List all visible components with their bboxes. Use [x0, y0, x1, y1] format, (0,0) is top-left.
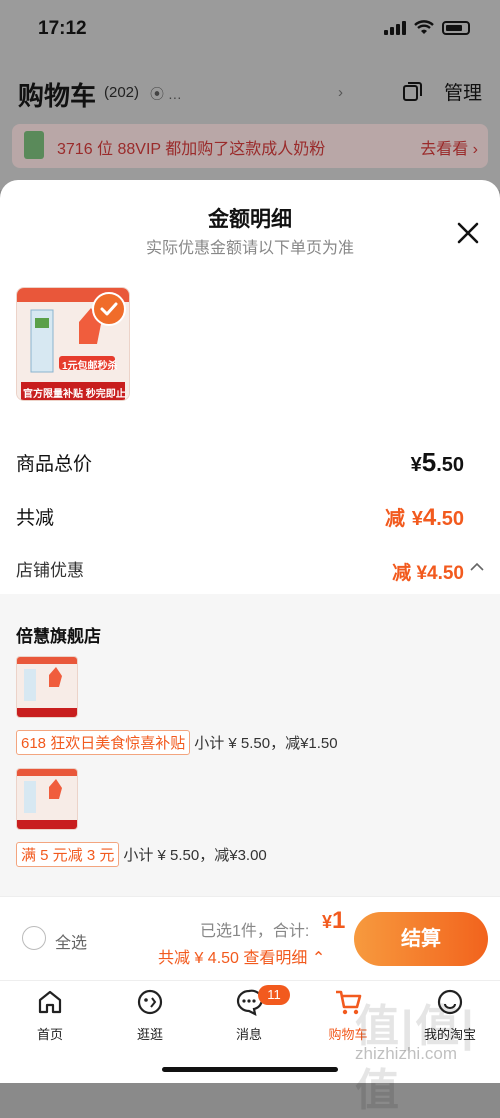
location-pin-icon: ⦿ [150, 86, 164, 102]
page-title: 购物车 [18, 81, 97, 111]
tab-label: 消息 [235, 1027, 262, 1042]
manage-button[interactable]: 管理 [444, 78, 482, 105]
tab-label: 逛逛 [136, 1027, 163, 1042]
signal-icon [384, 21, 406, 35]
banner-link[interactable]: 去看看 › [420, 135, 478, 159]
battery-icon [442, 21, 470, 35]
status-time: 17:12 [38, 18, 87, 39]
copy-icon[interactable] [400, 80, 424, 104]
currency-symbol: ¥ [410, 454, 422, 476]
shop-discount-value[interactable]: 减 ¥4.50 [392, 558, 464, 585]
header-actions: 管理 [400, 78, 482, 105]
browse-icon [137, 989, 163, 1015]
reduce-info-text: 共减 ¥ 4.50 查看明细 [158, 950, 308, 967]
total-currency: ¥ [322, 912, 333, 932]
shop-discount-label: 店铺优惠 [16, 561, 84, 580]
total-price-label: 商品总价 [16, 454, 93, 475]
reduce-currency: ¥ [411, 508, 423, 530]
chevron-right-icon: › [338, 84, 343, 101]
total-price-value: ¥5.50 [411, 447, 464, 478]
total-int: 5 [421, 447, 437, 477]
banner-product-icon [24, 131, 44, 159]
home-icon [38, 990, 62, 1014]
reduce-int: 4 [422, 504, 437, 531]
total-amount: ¥1 [322, 907, 345, 935]
product-slogan: 1元包邮秒杀 [62, 361, 118, 372]
promo-detail: 小计 ¥ 5.50，减¥1.50 [194, 735, 338, 752]
cart-count: (202) [104, 84, 140, 101]
chevron-up-icon: ⌃ [311, 950, 326, 967]
sheet-subtitle: 实际优惠金额请以下单页为准 [145, 240, 354, 257]
location-text: … [167, 86, 182, 102]
promo-row-2: 满 5 元减 3 元 小计 ¥ 5.50，减¥3.00 [16, 842, 267, 867]
wifi-icon [414, 20, 434, 34]
chevron-up-icon[interactable] [469, 560, 485, 572]
selected-info: 已选1件，合计: [200, 923, 310, 940]
status-icons [384, 20, 470, 36]
watermark-url: zhizhizhi.com [355, 1044, 458, 1063]
reduce-value: 减 ¥4.50 [385, 502, 464, 532]
home-indicator [162, 1067, 338, 1072]
shop-name: 倍慧旗舰店 [16, 627, 101, 646]
tab-home[interactable]: 首页 [10, 987, 90, 1043]
product-footer-text: 官方限量补贴 秒完即止 [23, 389, 126, 400]
reduce-label: 共减 [16, 508, 55, 529]
reduce-prefix: 减 [385, 508, 406, 530]
total-dec: .50 [436, 454, 464, 476]
banner-text: 3716 位 88VIP 都加购了这款成人奶粉 [57, 141, 326, 158]
banner-link-label: 去看看 [420, 141, 469, 158]
promo-tag: 618 狂欢日美食惊喜补贴 [16, 730, 191, 755]
promo-row-1: 618 狂欢日美食惊喜补贴 小计 ¥ 5.50，减¥1.50 [16, 730, 338, 755]
message-badge: 11 [258, 985, 290, 1005]
select-all-radio[interactable] [22, 926, 46, 950]
tab-label: 首页 [36, 1027, 63, 1042]
total-value: 1 [332, 907, 346, 934]
promo-tag: 满 5 元减 3 元 [16, 842, 120, 867]
view-detail-link[interactable]: 共减 ¥ 4.50 查看明细 ⌃ [158, 944, 325, 968]
select-all-label[interactable]: 全选 [55, 929, 87, 953]
tab-browse[interactable]: 逛逛 [110, 987, 190, 1043]
reduce-dec: .50 [436, 508, 464, 530]
checkout-button[interactable]: 结算 [354, 912, 488, 966]
promo-product-image [16, 768, 78, 830]
check-icon [92, 292, 126, 326]
promo-detail: 小计 ¥ 5.50，减¥3.00 [123, 847, 267, 864]
close-icon[interactable] [455, 220, 481, 246]
promo-product-image [16, 656, 78, 718]
sheet-title: 金额明细 [208, 208, 292, 231]
location-selector[interactable]: ⦿ … [150, 84, 182, 104]
